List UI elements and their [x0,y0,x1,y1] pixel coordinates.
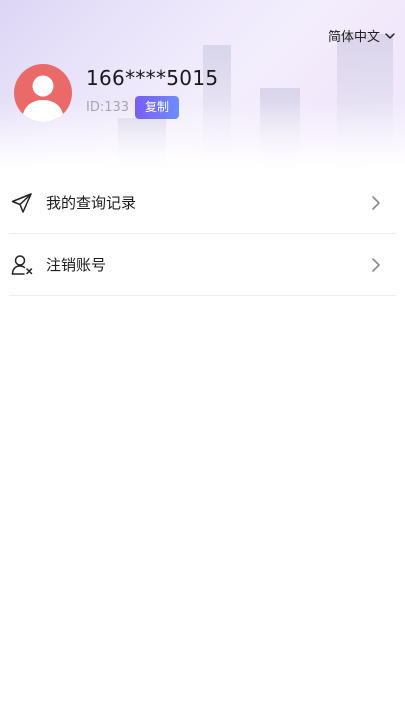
menu-item-label: 我的查询记录 [46,194,137,212]
user-remove-icon [11,254,33,275]
avatar[interactable] [14,64,72,122]
menu-item-label: 注销账号 [46,256,107,274]
user-avatar-icon [22,75,64,122]
copy-button[interactable]: 复制 [135,96,180,119]
chevron-down-icon [385,32,395,39]
menu-item-delete-account[interactable]: 注销账号 [9,234,396,296]
language-selector[interactable]: 简体中文 [328,26,396,45]
user-id: ID:133 [86,100,130,115]
user-phone: 166****5015 [86,66,219,90]
chevron-right-icon [372,257,380,272]
user-id-row: ID:133 复制 [86,96,180,119]
menu-list: 我的查询记录 注销账号 [0,172,405,296]
profile-header: 简体中文 166****5015 ID:133 复制 [0,0,405,172]
menu-item-query-records[interactable]: 我的查询记录 [9,172,396,234]
language-label: 简体中文 [327,30,380,45]
chevron-right-icon [372,195,380,210]
paper-plane-icon [11,192,32,213]
